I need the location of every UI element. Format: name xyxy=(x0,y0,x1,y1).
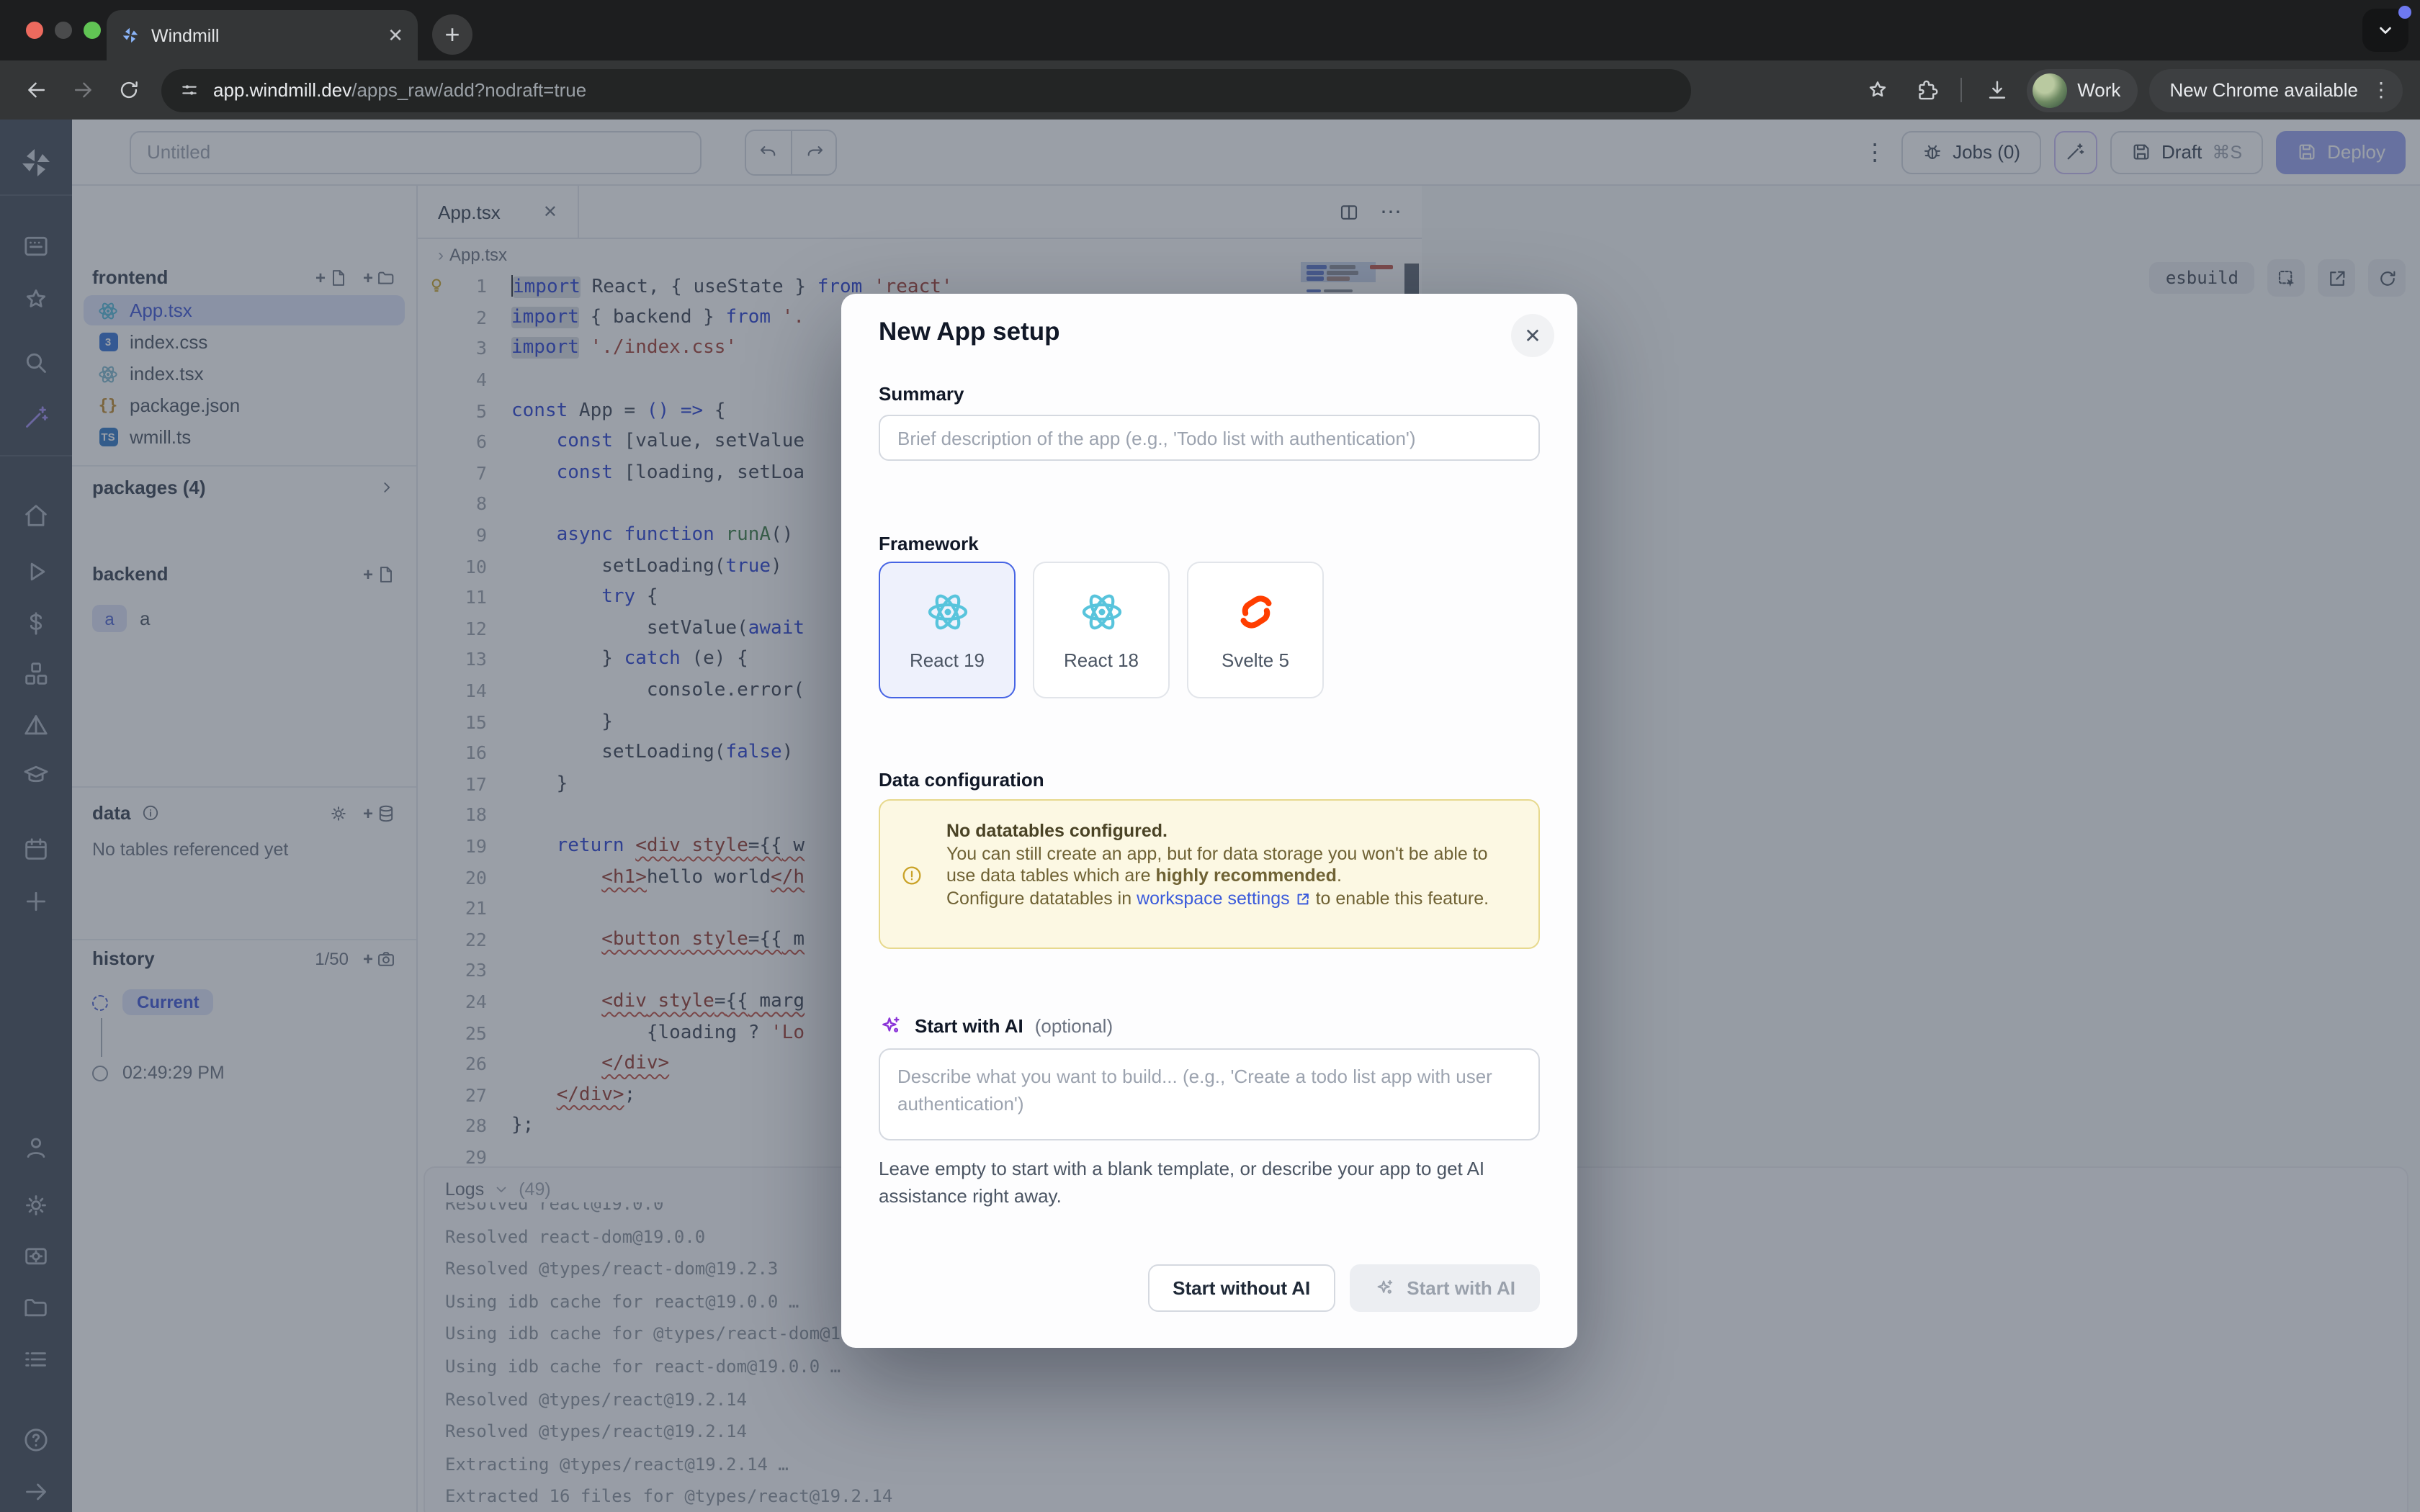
profile-label: Work xyxy=(2077,79,2120,101)
minimize-window-button[interactable] xyxy=(55,22,72,39)
browser-tab[interactable]: Windmill ✕ xyxy=(107,10,418,60)
external-link-icon xyxy=(1295,891,1311,913)
ai-prompt-textarea[interactable] xyxy=(879,1048,1540,1140)
tab-search-button[interactable] xyxy=(2362,9,2408,52)
tab-strip: Windmill ✕ + xyxy=(0,0,2420,60)
react-icon xyxy=(1080,589,1123,635)
chrome-update-pill[interactable]: New Chrome available ⋮ xyxy=(2149,68,2403,112)
start-with-ai-label: Start with AI xyxy=(915,1015,1023,1037)
url-text[interactable]: app.windmill.dev/apps_raw/add?nodraft=tr… xyxy=(213,79,586,101)
site-controls-icon[interactable] xyxy=(179,79,200,101)
workspace-settings-link[interactable]: workspace settings xyxy=(1137,888,1311,908)
windmill-favicon xyxy=(121,26,140,45)
summary-label: Summary xyxy=(879,383,964,405)
react-icon xyxy=(926,589,969,635)
bookmark-star-icon[interactable] xyxy=(1858,71,1896,109)
avatar xyxy=(2033,73,2067,107)
update-dot xyxy=(2398,6,2411,19)
warning-title: No datatables configured. xyxy=(946,821,1518,843)
browser-menu-icon[interactable]: ⋮ xyxy=(2371,78,2391,102)
tab-close-icon[interactable]: ✕ xyxy=(387,24,403,47)
profile-chip[interactable]: Work xyxy=(2027,68,2138,112)
new-tab-button[interactable]: + xyxy=(432,14,472,55)
start-with-ai-button[interactable]: Start with AI xyxy=(1349,1264,1540,1312)
tab-title: Windmill xyxy=(151,25,376,45)
forward-button[interactable] xyxy=(63,71,101,109)
framework-card-svelte-5[interactable]: Svelte 5 xyxy=(1187,562,1324,698)
summary-input[interactable] xyxy=(879,415,1540,461)
modal-title: New App setup xyxy=(879,317,1060,347)
browser-chrome: Windmill ✕ + app.windmill.dev/apps_raw/a… xyxy=(0,0,2420,120)
sparkles-icon xyxy=(879,1014,903,1038)
data-config-label: Data configuration xyxy=(879,769,1044,791)
extensions-icon[interactable] xyxy=(1907,71,1945,109)
start-without-ai-button[interactable]: Start without AI xyxy=(1148,1264,1335,1312)
download-icon[interactable] xyxy=(1978,71,2015,109)
url-bar[interactable]: app.windmill.dev/apps_raw/add?nodraft=tr… xyxy=(161,68,1691,112)
ai-helper-text: Leave empty to start with a blank templa… xyxy=(879,1155,1540,1210)
back-button[interactable] xyxy=(17,71,55,109)
reload-button[interactable] xyxy=(109,71,147,109)
new-app-setup-modal: New App setup ✕ Summary Framework React … xyxy=(841,294,1577,1348)
datatables-warning: No datatables configured.You can still c… xyxy=(879,799,1540,949)
framework-card-react-18[interactable]: React 18 xyxy=(1033,562,1170,698)
update-label: New Chrome available xyxy=(2169,79,2358,101)
optional-label: (optional) xyxy=(1035,1015,1113,1037)
modal-close-button[interactable]: ✕ xyxy=(1511,314,1554,357)
browser-toolbar: app.windmill.dev/apps_raw/add?nodraft=tr… xyxy=(0,60,2420,120)
zoom-window-button[interactable] xyxy=(84,22,101,39)
sparkles-icon xyxy=(1373,1277,1395,1299)
framework-card-react-19[interactable]: React 19 xyxy=(879,562,1016,698)
toolbar-divider xyxy=(1960,78,1962,102)
svelte-icon xyxy=(1234,589,1277,635)
close-window-button[interactable] xyxy=(26,22,43,39)
window-controls[interactable] xyxy=(26,22,101,39)
framework-label: Framework xyxy=(879,533,979,554)
warning-icon xyxy=(900,864,923,887)
